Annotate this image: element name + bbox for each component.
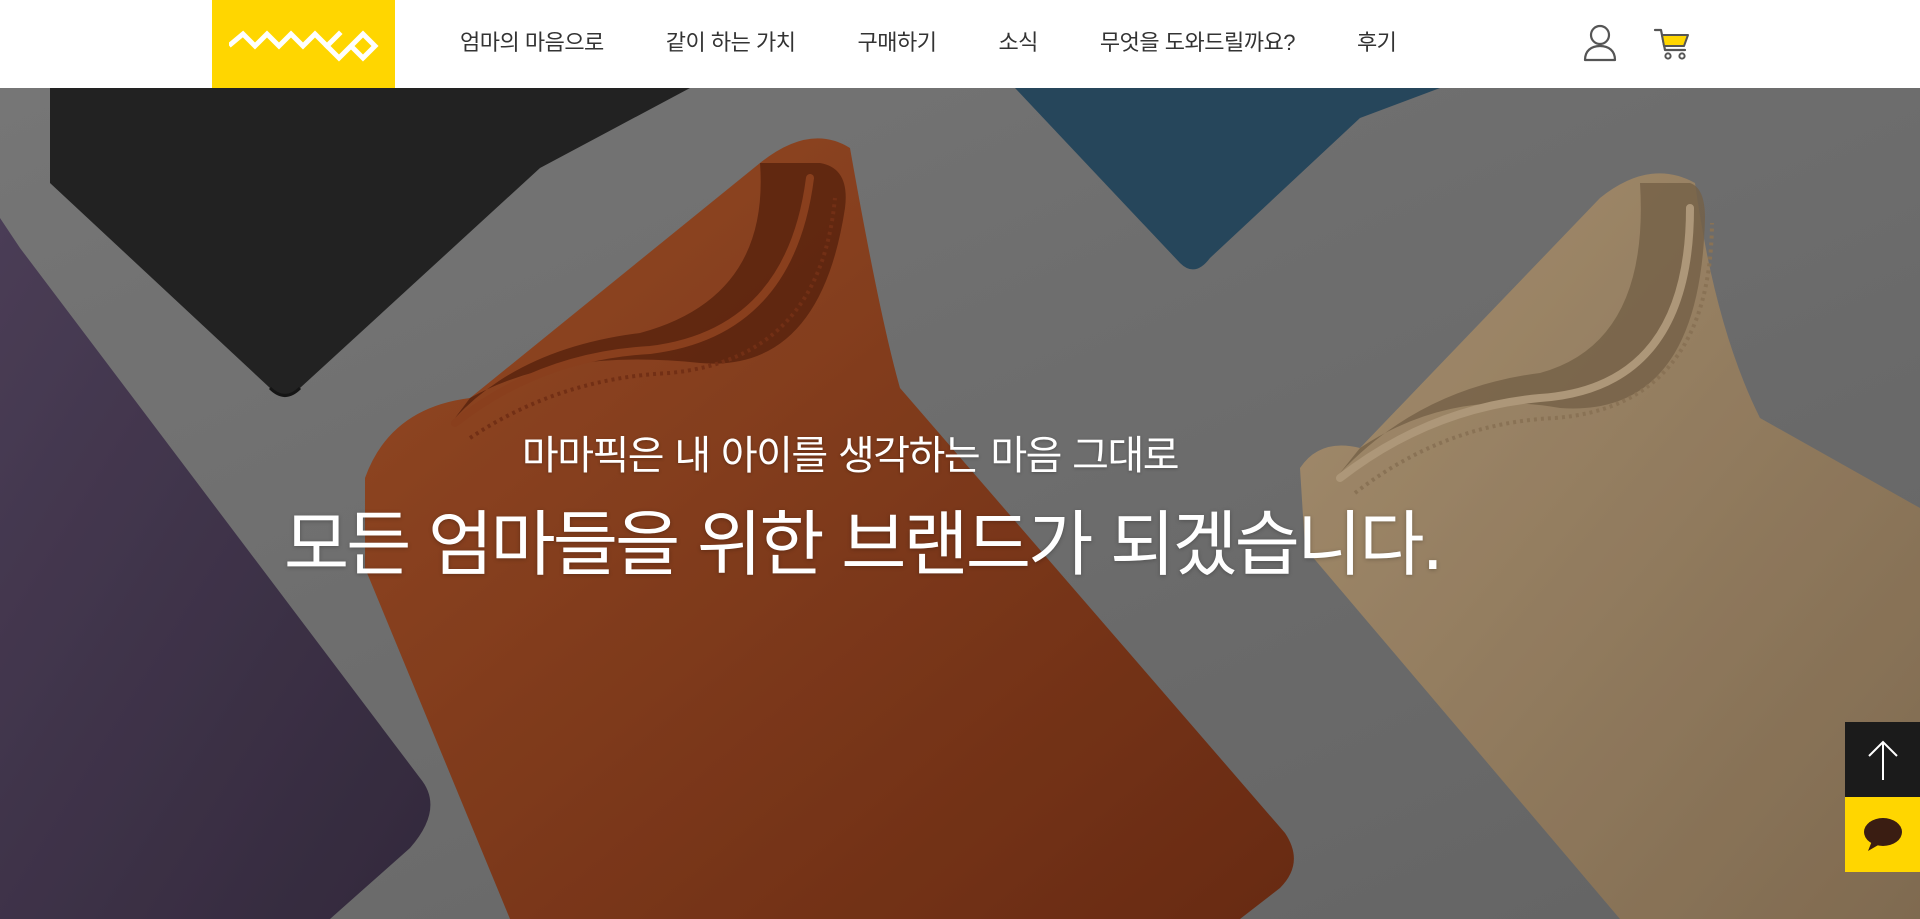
- scroll-top-button[interactable]: [1845, 722, 1920, 797]
- nav-item-reviews[interactable]: 후기: [1357, 25, 1397, 57]
- header-icons: [1580, 22, 1692, 64]
- chat-bubble-icon: [1863, 817, 1902, 851]
- zigzag-logo-icon: [228, 30, 379, 62]
- nav-item-shop[interactable]: 구매하기: [857, 25, 936, 57]
- hero-banner: 마마픽은 내 아이를 생각하는 마음 그대로 모든 엄마들을 위한 브랜드가 되…: [0, 88, 1920, 919]
- nav-item-shared-value[interactable]: 같이 하는 가치: [666, 25, 796, 57]
- chat-button[interactable]: [1845, 797, 1920, 872]
- main-nav: 엄마의 마음으로 같이 하는 가치 구매하기 소식 무엇을 도와드릴까요? 후기: [460, 0, 1397, 82]
- account-button[interactable]: [1580, 22, 1620, 64]
- hero-title: 모든 엄마들을 위한 브랜드가 되겠습니다.: [283, 503, 1444, 586]
- arrow-up-icon: [1867, 740, 1898, 780]
- hero-subtitle: 마마픽은 내 아이를 생각하는 마음 그대로: [521, 433, 1180, 479]
- user-icon: [1583, 24, 1617, 62]
- brand-logo[interactable]: [212, 0, 395, 88]
- nav-item-mom-heart[interactable]: 엄마의 마음으로: [460, 25, 604, 57]
- nav-item-help[interactable]: 무엇을 도와드릴까요?: [1100, 25, 1296, 57]
- cart-button[interactable]: [1652, 22, 1692, 64]
- site-header: 엄마의 마음으로 같이 하는 가치 구매하기 소식 무엇을 도와드릴까요? 후기: [0, 0, 1920, 88]
- cart-icon: [1653, 28, 1689, 60]
- nav-item-news[interactable]: 소식: [998, 25, 1038, 57]
